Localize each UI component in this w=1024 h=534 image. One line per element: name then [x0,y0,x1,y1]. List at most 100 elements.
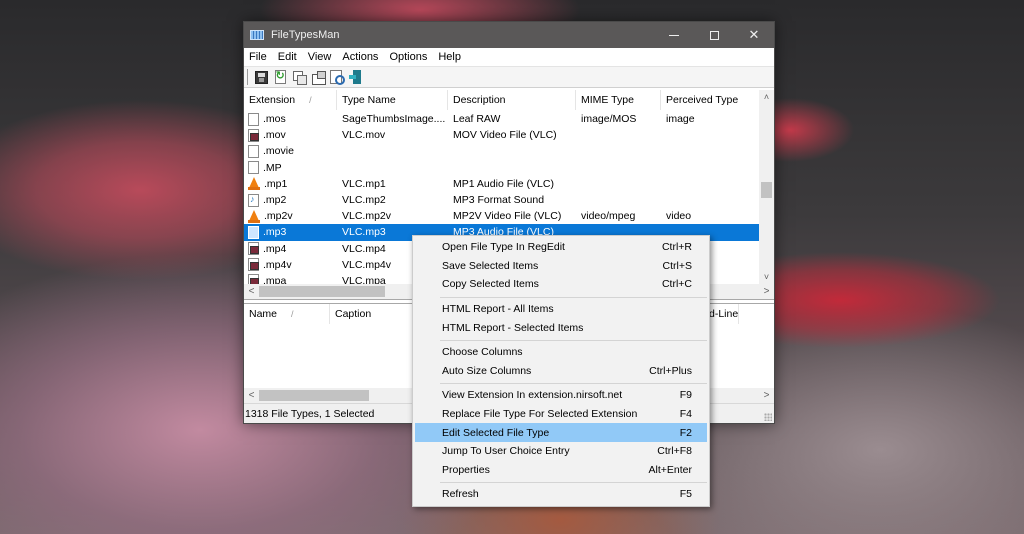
scroll-up-icon[interactable]: ˄ [759,90,774,105]
menu-bar: File Edit View Actions Options Help [244,48,774,66]
properties-icon [311,71,326,85]
find-icon [330,70,345,85]
menu-item-shortcut: Ctrl+S [662,259,692,272]
menu-item-jump-to-user-choice-entry[interactable]: Jump To User Choice Entry Ctrl+F8 [415,442,707,461]
menu-separator [440,482,707,484]
cell-extension: .MP [244,161,337,175]
column-extension[interactable]: Extension / [244,90,337,110]
menu-item-html-report-selected-items[interactable]: HTML Report - Selected Items [415,318,707,337]
column-perceived-type[interactable]: Perceived Type [661,90,760,110]
menu-item-label: Properties [442,463,490,476]
menu-separator [440,339,707,341]
menu-item-label: Jump To User Choice Entry [442,445,570,458]
menu-separator [440,296,707,298]
refresh-button[interactable] [272,69,288,85]
maximize-button[interactable] [694,22,734,48]
scroll-thumb[interactable] [761,182,772,198]
menu-item-edit-selected-file-type[interactable]: Edit Selected File Type F2 [415,423,707,442]
menu-actions[interactable]: Actions [341,51,384,63]
vlc-cone-icon [248,209,260,223]
column-name[interactable]: Name / [244,304,330,324]
menu-view[interactable]: View [307,51,338,63]
column-caption[interactable]: Caption [330,304,420,324]
menu-item-save-selected-items[interactable]: Save Selected Items Ctrl+S [415,257,707,276]
menu-help[interactable]: Help [437,51,467,63]
menu-item-copy-selected-items[interactable]: Copy Selected Items Ctrl+C [415,275,707,294]
properties-button[interactable] [310,69,326,85]
close-button[interactable]: ✕ [734,22,774,48]
cell-mime-type: image/MOS [581,113,637,126]
menu-item-label: Choose Columns [442,346,523,359]
scroll-right-icon[interactable]: > [759,390,774,401]
menu-item-label: Open File Type In RegEdit [442,241,565,254]
video-file-icon [248,258,259,272]
column-type-name[interactable]: Type Name [337,90,448,110]
menu-item-label: Save Selected Items [442,259,539,272]
scroll-thumb[interactable] [259,286,385,297]
menu-item-refresh[interactable]: Refresh F5 [415,485,707,504]
column-description[interactable]: Description [448,90,576,110]
menu-item-label: Edit Selected File Type [442,426,550,439]
menu-item-view-extension-in-extension-nirsoft-net[interactable]: View Extension In extension.nirsoft.net F… [415,386,707,405]
title-bar[interactable]: FileTypesMan ✕ [244,22,774,48]
menu-item-properties[interactable]: Properties Alt+Enter [415,461,707,480]
cell-type-name: VLC.mp1 [342,177,386,190]
menu-item-html-report-all-items[interactable]: HTML Report - All Items [415,300,707,319]
minimize-button[interactable] [654,22,694,48]
find-button[interactable] [329,69,345,85]
cell-type-name: VLC.mp2 [342,194,386,207]
cell-type-name: SageThumbsImage.... [342,113,446,126]
save-button[interactable] [253,69,269,85]
menu-item-shortcut: Ctrl+R [661,241,692,254]
menu-item-shortcut: Alt+Enter [648,463,692,476]
scroll-down-icon[interactable]: ˅ [759,270,774,285]
menu-item-choose-columns[interactable]: Choose Columns [415,343,707,362]
window-title: FileTypesMan [271,29,340,41]
menu-item-replace-file-type-for-selected-extension[interactable]: Replace File Type For Selected Extension… [415,405,707,424]
table-row[interactable]: .mp1 VLC.mp1 MP1 Audio File (VLC) [244,176,760,192]
cell-extension: .mp2 [244,193,337,207]
video-file-icon [248,128,259,142]
menu-file[interactable]: File [248,51,273,63]
column-header: Extension / Type Name Description MIME Ty… [244,90,774,110]
table-row[interactable]: .movie [244,143,760,159]
cell-extension: .mos [244,112,337,126]
scroll-left-icon[interactable]: < [244,286,259,297]
cell-perceived-type: image [666,113,695,126]
cell-perceived-type: video [666,210,692,223]
sort-indicator-icon: / [309,95,312,105]
menu-options[interactable]: Options [388,51,433,63]
maximize-icon [709,30,719,40]
vertical-scrollbar[interactable]: ˄ ˅ [759,90,774,285]
table-row[interactable]: .mp2v VLC.mp2v MP2V Video File (VLC) video/… [244,208,760,224]
cell-extension: .mp1 [244,177,337,191]
exit-icon [349,70,363,84]
resize-grip-icon[interactable] [764,413,772,421]
cell-extension: .movie [244,144,337,158]
table-row[interactable]: .mp2 VLC.mp2 MP3 Format Sound [244,192,760,208]
column-mime-type[interactable]: MIME Type [576,90,661,110]
copy-icon [292,71,307,85]
copy-button[interactable] [291,69,307,85]
cell-description: MOV Video File (VLC) [453,129,557,142]
scroll-left-icon[interactable]: < [244,390,259,401]
cell-description: Leaf RAW [453,113,501,126]
menu-item-shortcut: F9 [679,389,692,402]
menu-item-auto-size-columns[interactable]: Auto Size Columns Ctrl+Plus [415,362,707,381]
menu-item-label: Refresh [442,488,479,501]
scroll-right-icon[interactable]: > [759,286,774,297]
cell-extension: .mp2v [244,209,337,223]
toolbar-grip[interactable] [247,69,249,85]
exit-button[interactable] [348,69,364,85]
scroll-thumb[interactable] [259,390,369,401]
menu-item-open-file-type-in-regedit[interactable]: Open File Type In RegEdit Ctrl+R [415,238,707,257]
menu-edit[interactable]: Edit [277,51,303,63]
table-row[interactable]: .mos SageThumbsImage.... Leaf RAW image/MOS… [244,111,760,127]
table-row[interactable]: .MP [244,160,760,176]
file-icon [248,225,259,239]
status-text: 1318 File Types, 1 Selected [245,407,375,420]
cell-extension: .mp4v [244,258,337,272]
cell-extension: .mov [244,128,337,142]
table-row[interactable]: .mov VLC.mov MOV Video File (VLC) [244,127,760,143]
blank-file-icon [248,144,259,158]
